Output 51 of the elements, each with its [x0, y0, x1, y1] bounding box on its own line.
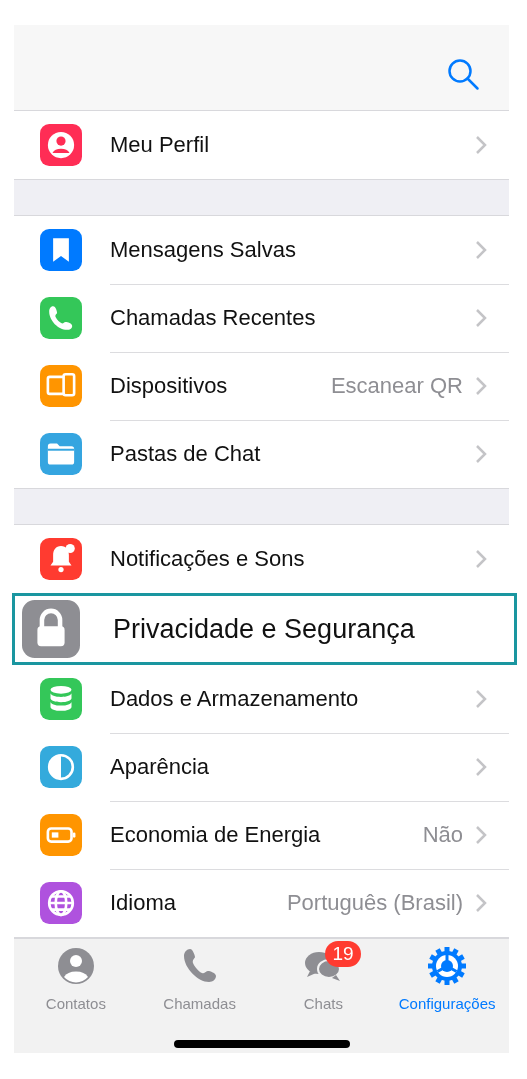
row-label: Dados e Armazenamento: [110, 685, 360, 712]
chevron-icon: [475, 135, 487, 155]
search-icon[interactable]: [447, 57, 481, 92]
unread-badge: 19: [325, 941, 361, 967]
row-label: Idioma: [110, 890, 178, 916]
bell-icon: [40, 538, 82, 580]
row-label: Dispositivos: [110, 372, 229, 399]
row-value: Não: [422, 821, 463, 848]
chevron-icon: [475, 756, 487, 777]
settings-row[interactable]: Dispositivos Escanear QR: [14, 352, 509, 420]
chevron-icon: [475, 893, 487, 913]
battery-icon: [40, 814, 82, 856]
chevron-icon: [475, 444, 487, 464]
chevron-icon: [475, 307, 487, 328]
chevron-icon: [475, 824, 487, 845]
settings-row[interactable]: Aparência: [14, 733, 509, 801]
chevron-icon: [475, 548, 487, 569]
settings-row[interactable]: Chamadas Recentes: [14, 284, 509, 352]
contrast-icon: [40, 746, 82, 788]
gear-icon: [427, 946, 468, 986]
person-icon: [55, 946, 96, 986]
lock-icon: [22, 600, 80, 658]
devices-icon: [40, 365, 82, 407]
row-value: Português (Brasil): [286, 890, 463, 916]
settings-row[interactable]: Dados e Armazenamento: [14, 665, 509, 733]
tab-button[interactable]: Chats 19: [261, 939, 386, 1013]
chevron-icon: [475, 375, 487, 396]
settings-row[interactable]: Pastas de Chat: [14, 420, 509, 488]
row-value: Escanear QR: [330, 372, 463, 399]
chevron-icon: [475, 239, 487, 260]
row-label: Aparência: [110, 753, 211, 780]
person-icon: [40, 124, 82, 166]
phone-icon: [40, 297, 82, 339]
row-label: Chamadas Recentes: [110, 304, 317, 331]
chevron-icon: [475, 688, 487, 709]
settings-row[interactable]: Idioma Português (Brasil): [14, 869, 509, 937]
settings-row[interactable]: Meu Perfil: [14, 111, 509, 179]
folder-icon: [40, 433, 82, 475]
row-label: Notificações e Sons: [110, 545, 306, 572]
row-label: Meu Perfil: [110, 132, 211, 158]
globe-icon: [40, 882, 82, 924]
row-label: Economia de Energia: [110, 821, 322, 848]
database-icon: [40, 678, 82, 720]
row-label: Privacidade e Segurança: [113, 613, 416, 645]
settings-row[interactable]: Notificações e Sons: [14, 525, 509, 593]
row-label: Mensagens Salvas: [110, 236, 297, 263]
settings-row[interactable]: Mensagens Salvas: [14, 216, 509, 284]
settings-row[interactable]: Economia de Energia Não: [14, 801, 509, 869]
row-label: Pastas de Chat: [110, 441, 262, 467]
bookmark-icon: [40, 229, 82, 271]
tab-button[interactable]: Configurações: [385, 939, 509, 1013]
